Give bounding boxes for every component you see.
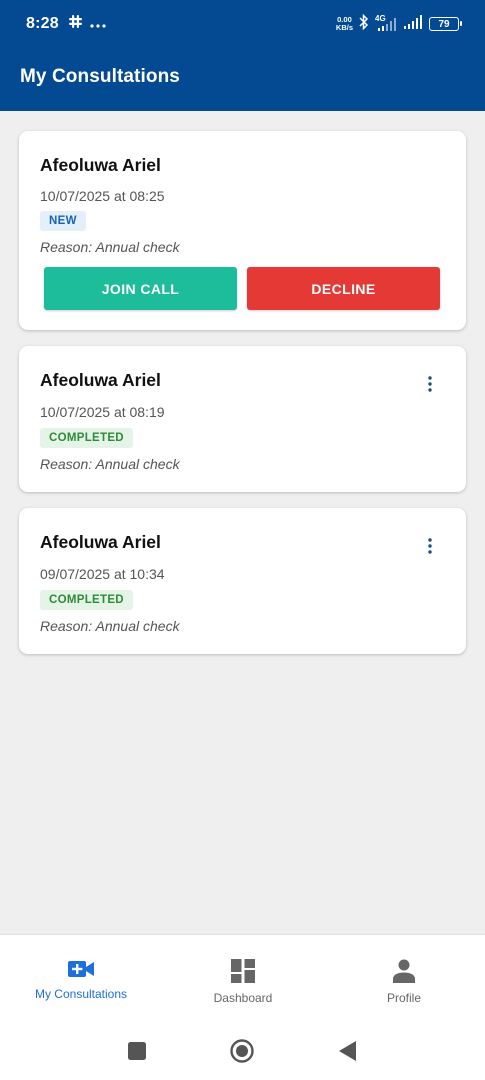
consultation-datetime: 10/07/2025 at 08:19 <box>40 404 165 420</box>
more-vertical-icon <box>428 376 432 392</box>
patient-name: Afeoluwa Ariel <box>40 155 161 175</box>
join-call-button[interactable]: JOIN CALL <box>44 267 237 310</box>
home-button[interactable] <box>229 1038 255 1064</box>
nav-label: My Consultations <box>34 987 128 1001</box>
net-speed: 0.00 KB/s <box>335 15 353 32</box>
dashboard-icon <box>231 959 255 983</box>
nav-label: Dashboard <box>213 991 273 1005</box>
system-nav-bar <box>0 1022 485 1080</box>
decline-button[interactable]: DECLINE <box>247 267 440 310</box>
nav-item-profile[interactable]: Profile <box>323 935 485 1023</box>
signal-icon <box>403 14 423 34</box>
nav-item-my-consultations[interactable]: My Consultations <box>0 935 162 1023</box>
status-badge: NEW <box>40 211 86 231</box>
back-button[interactable] <box>334 1038 360 1064</box>
bluetooth-icon <box>359 13 369 35</box>
status-right-icons: 0.00 KB/s 4G 79 <box>335 13 462 35</box>
recent-apps-button[interactable] <box>124 1038 150 1064</box>
video-add-icon <box>68 961 94 977</box>
nav-item-dashboard[interactable]: Dashboard <box>162 935 324 1023</box>
patient-name: Afeoluwa Ariel <box>40 532 161 552</box>
square-icon <box>128 1042 146 1060</box>
status-left-icons <box>68 15 106 33</box>
consultation-card: Afeoluwa Ariel 09/07/2025 at 10:34 COMPL… <box>19 508 466 654</box>
more-horizontal-icon <box>90 15 106 33</box>
status-bar: 8:28 0.00 KB/s 4G 79 <box>0 0 485 48</box>
slack-icon <box>68 15 82 33</box>
more-options-button[interactable] <box>420 372 440 396</box>
consultation-reason: Reason: Annual check <box>40 239 180 255</box>
more-vertical-icon <box>428 538 432 554</box>
patient-name: Afeoluwa Ariel <box>40 370 161 390</box>
consultation-datetime: 09/07/2025 at 10:34 <box>40 566 165 582</box>
consultation-card: Afeoluwa Ariel 10/07/2025 at 08:25 NEW R… <box>19 131 466 330</box>
back-triangle-icon <box>339 1041 356 1061</box>
home-circle-icon <box>230 1039 254 1063</box>
consultation-card: Afeoluwa Ariel 10/07/2025 at 08:19 COMPL… <box>19 346 466 492</box>
app-header: 8:28 0.00 KB/s 4G 79 My Consultations <box>0 0 485 111</box>
signal-icon: 4G <box>375 14 397 32</box>
consultation-reason: Reason: Annual check <box>40 456 180 472</box>
person-icon <box>393 959 415 983</box>
more-options-button[interactable] <box>420 534 440 558</box>
status-badge: COMPLETED <box>40 590 133 610</box>
nav-label: Profile <box>386 991 421 1005</box>
status-badge: COMPLETED <box>40 428 133 448</box>
battery-icon: 79 <box>429 17 462 31</box>
status-time: 8:28 <box>26 15 59 32</box>
bottom-nav: My Consultations Dashboard Profile <box>0 934 485 1022</box>
consultation-reason: Reason: Annual check <box>40 618 180 634</box>
page-title: My Consultations <box>20 66 180 87</box>
consultation-datetime: 10/07/2025 at 08:25 <box>40 188 165 204</box>
